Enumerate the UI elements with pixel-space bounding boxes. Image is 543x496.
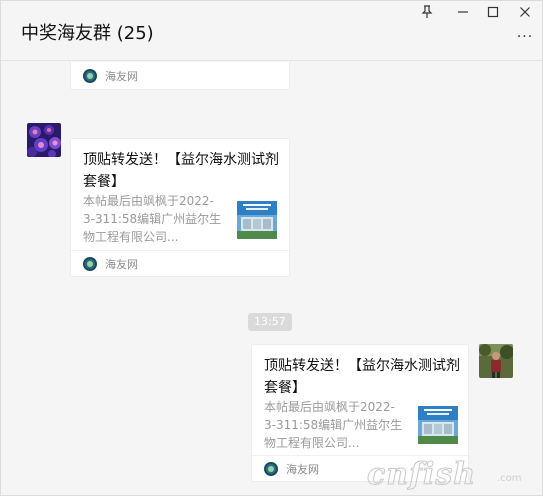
link-card[interactable]: 顶贴转发送！【益尔海水测试剂套餐】 本帖最后由飒枫于2022-3-311:58编… — [70, 138, 290, 277]
chat-window: 中奖海友群 (25) ··· 海友网 顶贴转发送！【益尔海水测试剂套餐】 本帖最… — [0, 0, 543, 496]
close-icon[interactable] — [513, 3, 537, 21]
source-name: 海友网 — [105, 258, 138, 271]
message-list: 海友网 顶贴转发送！【益尔海水测试剂套餐】 本帖最后由飒枫于2022-3-311… — [1, 62, 542, 495]
link-card[interactable]: 海友网 — [70, 62, 290, 90]
maximize-icon[interactable] — [481, 3, 505, 21]
card-thumbnail — [418, 406, 458, 444]
title-bar: 中奖海友群 (25) ··· — [1, 1, 542, 61]
card-thumbnail — [237, 201, 277, 239]
avatar[interactable] — [27, 123, 61, 157]
card-description: 本帖最后由飒枫于2022-3-311:58编辑广州益尔生物工程有限公司... — [264, 400, 403, 450]
site-watermark: cnfish — [366, 457, 477, 493]
source-name: 海友网 — [286, 463, 319, 476]
card-title: 顶贴转发送！【益尔海水测试剂套餐】 — [83, 152, 279, 190]
more-options-button[interactable]: ··· — [513, 29, 537, 45]
source-logo-icon — [83, 69, 97, 83]
timestamp-badge: 13:57 — [248, 313, 292, 331]
card-footer: 海友网 — [71, 63, 289, 89]
source-logo-icon — [83, 257, 97, 271]
avatar[interactable] — [479, 344, 513, 378]
minimize-icon[interactable] — [451, 3, 475, 21]
source-logo-icon — [264, 462, 278, 476]
pin-icon[interactable] — [415, 3, 439, 21]
card-description: 本帖最后由飒枫于2022-3-311:58编辑广州益尔生物工程有限公司... — [83, 194, 222, 244]
chat-title: 中奖海友群 (25) — [21, 23, 154, 44]
source-name: 海友网 — [105, 70, 138, 83]
site-watermark-suffix: .com — [497, 473, 522, 484]
card-title: 顶贴转发送！【益尔海水测试剂套餐】 — [264, 358, 460, 396]
card-footer: 海友网 — [71, 250, 289, 276]
